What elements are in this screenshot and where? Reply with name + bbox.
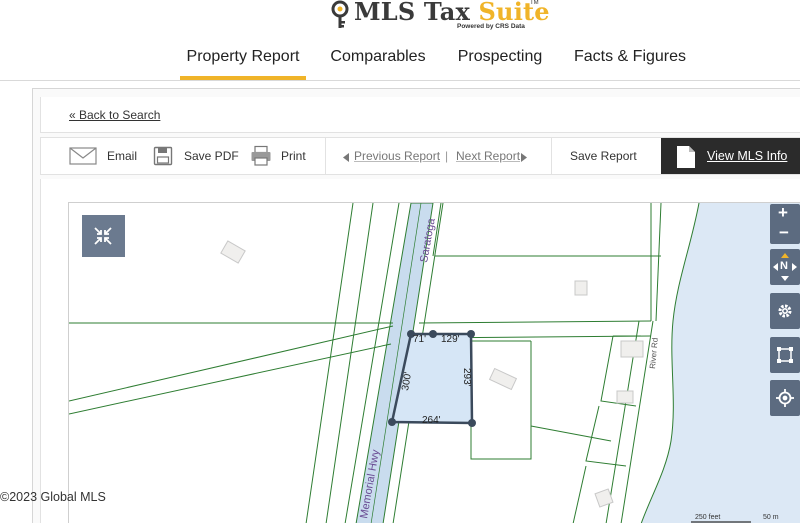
building (616, 390, 634, 404)
document-icon (677, 146, 695, 173)
parcel-line (530, 425, 612, 442)
map-settings-button[interactable] (770, 293, 800, 329)
zoom-out-button[interactable]: − (770, 223, 800, 244)
email-button[interactable]: Email (69, 138, 139, 174)
copyright-watermark: ©2023 Global MLS (0, 490, 106, 504)
draw-area-button[interactable] (770, 337, 800, 373)
tab-facts-figures[interactable]: Facts & Figures (572, 44, 688, 80)
collapse-arrows-icon (94, 227, 112, 250)
tab-comparables[interactable]: Comparables (328, 44, 428, 80)
save-pdf-button[interactable]: Save PDF (153, 138, 243, 174)
lot-vertex (467, 330, 475, 338)
locate-button[interactable] (770, 380, 800, 416)
view-mls-info-button[interactable]: View MLS Info (661, 138, 800, 174)
printer-icon (250, 145, 272, 170)
toolbar-separator (325, 138, 326, 174)
parcel-map[interactable]: Saratoga Memorial Hwy River Rd 71' 129' … (68, 202, 800, 523)
powered-by: Powered by CRS Data (457, 23, 525, 30)
gear-icon (777, 303, 793, 319)
save-report-label: Save Report (570, 149, 637, 163)
square-select-icon (776, 346, 794, 364)
email-label: Email (107, 149, 138, 163)
next-report-label: Next Report (456, 149, 521, 163)
key-pin-icon (330, 0, 350, 35)
building (488, 367, 518, 391)
report-nav-separator: | (445, 149, 449, 163)
print-label: Print (281, 149, 306, 163)
dimension-bottom: 264' (422, 415, 441, 426)
parcel-line (69, 325, 394, 402)
road-label-river-rd: River Rd (648, 337, 660, 369)
scale-meters-label: 50 m (763, 514, 779, 521)
building (594, 488, 614, 508)
lot-vertex (388, 418, 396, 426)
trademark: TM (530, 0, 539, 6)
parcel-line (470, 341, 532, 460)
lot-vertex (429, 330, 437, 338)
brand-header: MLS Tax Suite TM Powered by CRS Data (0, 0, 800, 34)
compass-button[interactable]: N (770, 249, 800, 285)
building (220, 240, 246, 264)
north-label: N (780, 260, 788, 272)
parcel-line (418, 320, 652, 324)
parcel-map-canvas[interactable]: Saratoga Memorial Hwy River Rd 71' 129' … (69, 203, 800, 523)
toolbar-separator (551, 138, 552, 174)
parcel-line (69, 343, 392, 415)
collapse-map-button[interactable] (82, 215, 125, 257)
caret-right-icon (521, 151, 527, 165)
tab-prospecting[interactable]: Prospecting (455, 44, 545, 80)
dimension-right: 293' (461, 368, 472, 387)
previous-report-label: Previous Report (354, 149, 441, 163)
parcel-line (305, 203, 354, 523)
building (574, 280, 588, 296)
next-report-button[interactable]: Next Report (456, 138, 536, 174)
save-report-button[interactable]: Save Report (570, 138, 650, 174)
parcel-line (572, 465, 587, 523)
caret-left-icon (343, 151, 349, 165)
back-to-search-link[interactable]: « Back to Search (69, 108, 160, 122)
back-row: « Back to Search (40, 97, 800, 133)
zoom-in-button[interactable]: + (770, 203, 800, 224)
crosshair-icon (776, 389, 794, 407)
save-pdf-label: Save PDF (184, 149, 239, 163)
report-toolbar: Email Save PDF Print Previous Report | N… (40, 137, 800, 175)
view-mls-info-label: View MLS Info (707, 149, 788, 163)
plus-icon: + (778, 203, 788, 222)
zoom-controls: + − (770, 203, 800, 244)
lot-vertex (468, 419, 476, 427)
parcel-line (655, 203, 662, 322)
print-button[interactable]: Print (250, 138, 320, 174)
previous-report-button[interactable]: Previous Report (341, 138, 441, 174)
minus-icon: − (779, 223, 789, 242)
main-nav: Property Report Comparables Prospecting … (0, 44, 800, 80)
envelope-icon (69, 146, 97, 169)
building (620, 340, 644, 358)
dimension-top-left: 71' (413, 334, 426, 345)
dimension-top-right: 129' (441, 334, 460, 345)
floppy-disk-icon (153, 146, 173, 169)
nav-divider (0, 80, 800, 81)
scale-feet-label: 250 feet (695, 514, 720, 521)
tab-property-report[interactable]: Property Report (180, 44, 306, 80)
page: MLS Tax Suite TM Powered by CRS Data Pro… (0, 0, 800, 523)
